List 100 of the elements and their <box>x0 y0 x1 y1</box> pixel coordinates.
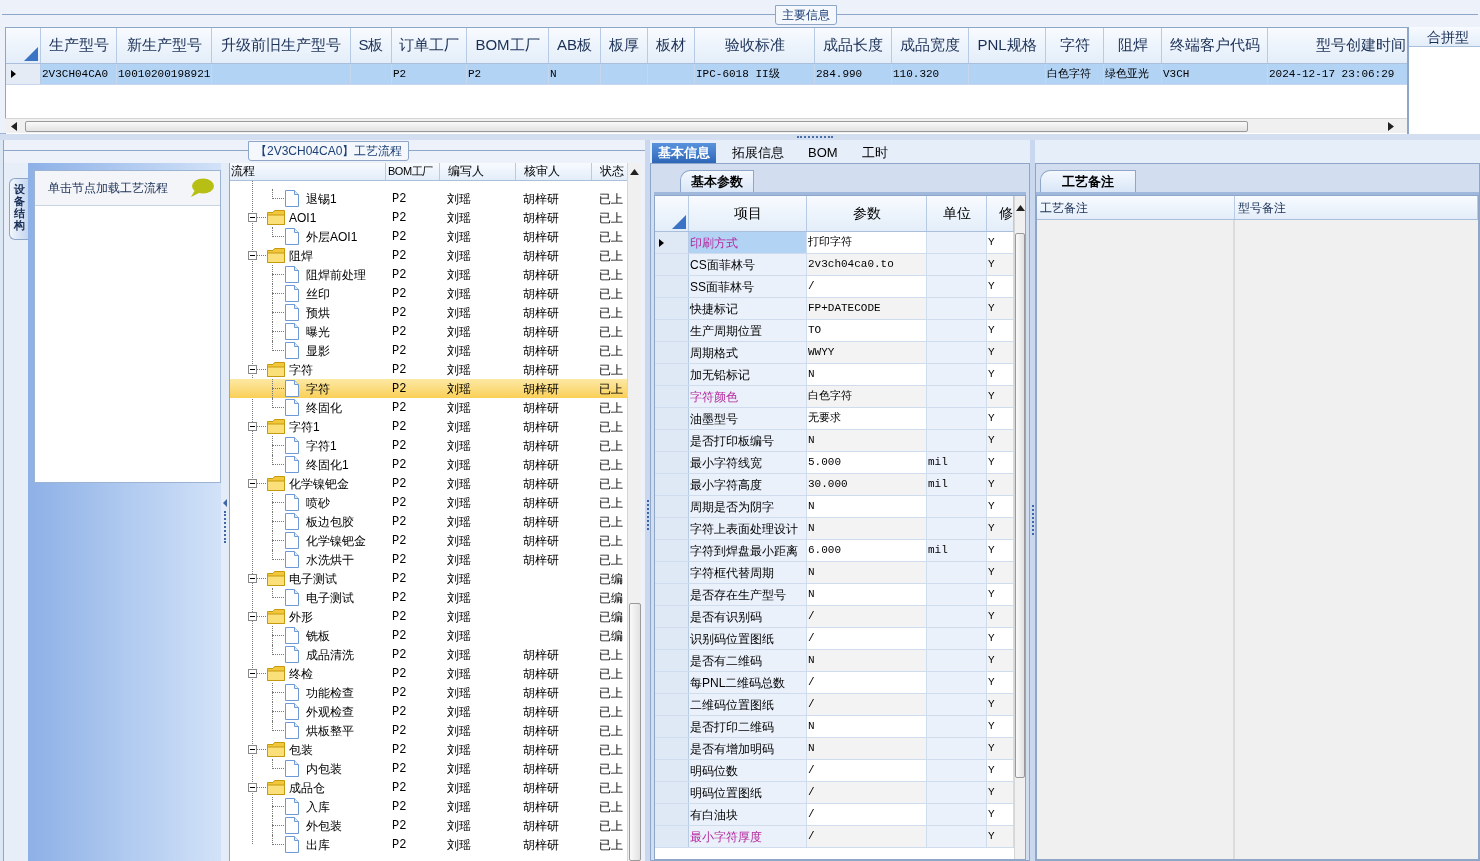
column-header[interactable]: 流程 <box>230 163 386 180</box>
tree-node[interactable]: 入库 P2 刘瑶 胡梓研 已上 <box>230 797 628 816</box>
tree-node[interactable]: 化学镍钯金 P2 刘瑶 胡梓研 已上 <box>230 531 628 550</box>
param-row[interactable]: SS面菲林号 / Y <box>655 276 1014 298</box>
tree-node[interactable]: 成品清洗 P2 刘瑶 胡梓研 已上 <box>230 645 628 664</box>
tree-node[interactable]: 成品仓 P2 刘瑶 胡梓研 已上 <box>230 778 628 797</box>
column-header[interactable]: 成品长度 <box>815 28 892 63</box>
tree-node[interactable]: 包装 P2 刘瑶 胡梓研 已上 <box>230 740 628 759</box>
tree-node[interactable]: 终固化 P2 刘瑶 胡梓研 已上 <box>230 398 628 417</box>
column-header[interactable]: 新生产型号 <box>117 28 212 63</box>
column-header[interactable]: S板 <box>351 28 392 63</box>
collapse-icon[interactable] <box>248 783 257 792</box>
sub-tab[interactable]: 工艺备注 <box>1040 170 1136 192</box>
param-row[interactable]: CS面菲林号 2v3ch04ca0.to Y <box>655 254 1014 276</box>
column-header[interactable]: 生产型号 <box>41 28 117 63</box>
param-row[interactable]: 明码位置图纸 / Y <box>655 782 1014 804</box>
collapse-icon[interactable] <box>248 574 257 583</box>
column-header[interactable]: 验收标准 <box>695 28 815 63</box>
param-row[interactable]: 字符框代替周期 N Y <box>655 562 1014 584</box>
param-row[interactable]: 周期格式 WWYY Y <box>655 342 1014 364</box>
param-row[interactable]: 最小字符厚度 / Y <box>655 826 1014 848</box>
param-row[interactable]: 是否有增加明码 N Y <box>655 738 1014 760</box>
param-row[interactable]: 周期是否为阴字 N Y <box>655 496 1014 518</box>
column-header[interactable]: 板材 <box>648 28 695 63</box>
column-header[interactable]: 编写人 <box>440 163 516 180</box>
tree-node[interactable]: 阻焊前处理 P2 刘瑶 胡梓研 已上 <box>230 265 628 284</box>
tree-node[interactable]: 退锡1 P2 刘瑶 胡梓研 已上 <box>230 189 628 208</box>
column-header[interactable]: 工艺备注 <box>1037 196 1235 219</box>
splitter-grip[interactable] <box>1031 505 1034 535</box>
tree-node[interactable]: 预烘 P2 刘瑶 胡梓研 已上 <box>230 303 628 322</box>
tree-node[interactable]: 外层AOI1 P2 刘瑶 胡梓研 已上 <box>230 227 628 246</box>
tree-node[interactable]: 字符 P2 刘瑶 胡梓研 已上 <box>230 379 628 398</box>
tree-node[interactable]: 化学镍钯金 P2 刘瑶 胡梓研 已上 <box>230 474 628 493</box>
collapse-icon[interactable] <box>248 479 257 488</box>
tree-node[interactable]: 丝印 P2 刘瑶 胡梓研 已上 <box>230 284 628 303</box>
column-header[interactable]: 板厚 <box>601 28 648 63</box>
scrollbar-thumb[interactable] <box>628 602 641 861</box>
param-row[interactable]: 快捷标记 FP+DATECODE Y <box>655 298 1014 320</box>
param-row[interactable]: 是否有二维码 N Y <box>655 650 1014 672</box>
tree-node[interactable]: 内包装 P2 刘瑶 胡梓研 已上 <box>230 759 628 778</box>
column-header[interactable]: 阻焊 <box>1104 28 1162 63</box>
tree-node[interactable]: 电子测试 P2 刘瑶 已编 <box>230 588 628 607</box>
column-header[interactable]: 项目 <box>689 196 807 231</box>
tree-node[interactable]: 出库 P2 刘瑶 胡梓研 已上 <box>230 835 628 854</box>
param-row[interactable]: 二维码位置图纸 / Y <box>655 694 1014 716</box>
column-header[interactable]: 订单工厂 <box>392 28 467 63</box>
column-header[interactable]: 字符 <box>1046 28 1104 63</box>
collapse-icon[interactable] <box>248 612 257 621</box>
param-row[interactable]: 是否打印二维码 N Y <box>655 716 1014 738</box>
collapse-icon[interactable] <box>248 365 257 374</box>
tree-node[interactable]: 板边包胶 P2 刘瑶 胡梓研 已上 <box>230 512 628 531</box>
tab[interactable]: 基本信息 <box>652 143 716 163</box>
param-row[interactable]: 明码位数 / Y <box>655 760 1014 782</box>
tree-node[interactable]: 字符 P2 刘瑶 胡梓研 已上 <box>230 360 628 379</box>
tree-node[interactable]: 终检 P2 刘瑶 胡梓研 已上 <box>230 664 628 683</box>
tree-node[interactable]: 功能检查 P2 刘瑶 胡梓研 已上 <box>230 683 628 702</box>
splitter-grip[interactable] <box>646 500 649 530</box>
tree-node[interactable]: 电子测试 P2 刘瑶 已编 <box>230 569 628 588</box>
tree-node[interactable]: 曝光 P2 刘瑶 胡梓研 已上 <box>230 322 628 341</box>
table-row[interactable]: 2V3CH04CA0 10010200198921 P2 P2 N IPC-6018 II级 284.990 110.320 白色字符 绿色亚光 V3CH 2024-12-17 23:06:29 <box>6 64 1407 85</box>
column-header[interactable]: PNL规格 <box>969 28 1046 63</box>
tree-node[interactable]: 字符1 P2 刘瑶 胡梓研 已上 <box>230 436 628 455</box>
tree-node[interactable]: 水洗烘干 P2 刘瑶 胡梓研 已上 <box>230 550 628 569</box>
horizontal-scrollbar[interactable] <box>5 118 1407 133</box>
tree-node[interactable]: 铣板 P2 刘瑶 已编 <box>230 626 628 645</box>
tree-node[interactable]: 烘板整平 P2 刘瑶 胡梓研 已上 <box>230 721 628 740</box>
tree-node[interactable]: AOI1 P2 刘瑶 胡梓研 已上 <box>230 208 628 227</box>
param-row[interactable]: 字符颜色 白色字符 Y <box>655 386 1014 408</box>
tree-node[interactable]: 字符1 P2 刘瑶 胡梓研 已上 <box>230 417 628 436</box>
scrollbar-thumb[interactable] <box>25 120 1248 132</box>
param-row[interactable]: 生产周期位置 TO Y <box>655 320 1014 342</box>
param-row[interactable]: 是否存在生产型号 N Y <box>655 584 1014 606</box>
collapse-icon[interactable] <box>248 745 257 754</box>
column-header[interactable]: 参数 <box>807 196 927 231</box>
tree-node[interactable]: 显影 P2 刘瑶 胡梓研 已上 <box>230 341 628 360</box>
column-header[interactable]: 成品宽度 <box>892 28 969 63</box>
tree-node[interactable]: 喷砂 P2 刘瑶 胡梓研 已上 <box>230 493 628 512</box>
param-row[interactable]: 是否打印板编号 N Y <box>655 430 1014 452</box>
scroll-left-icon[interactable] <box>11 121 17 131</box>
param-row[interactable]: 最小字符线宽 5.000 mil Y <box>655 452 1014 474</box>
tree-node[interactable]: 外包装 P2 刘瑶 胡梓研 已上 <box>230 816 628 835</box>
vertical-scrollbar[interactable] <box>1014 196 1025 859</box>
column-header[interactable]: BOM工厂 <box>467 28 549 63</box>
tree-node[interactable]: 外形 P2 刘瑶 已编 <box>230 607 628 626</box>
collapse-icon[interactable] <box>248 251 257 260</box>
column-header[interactable]: BOM工厂 <box>386 163 440 180</box>
column-header[interactable]: 终端客户代码 <box>1162 28 1268 63</box>
tab[interactable]: BOM <box>802 143 844 163</box>
column-header[interactable]: 升级前旧生产型号 <box>212 28 351 63</box>
column-header[interactable]: 单位 <box>927 196 987 231</box>
param-row[interactable]: 字符上表面处理设计 N Y <box>655 518 1014 540</box>
param-row[interactable]: 字符到焊盘最小距离 6.000 mil Y <box>655 540 1014 562</box>
sub-tab[interactable]: 基本参数 <box>680 170 754 192</box>
param-row[interactable]: 是否有识别码 / Y <box>655 606 1014 628</box>
scroll-up-icon[interactable] <box>1015 205 1025 211</box>
param-row[interactable]: 识别码位置图纸 / Y <box>655 628 1014 650</box>
column-header[interactable]: 核审人 <box>516 163 592 180</box>
param-row[interactable]: 油墨型号 无要求 Y <box>655 408 1014 430</box>
side-tab[interactable]: 设备结构 <box>9 178 28 240</box>
column-header[interactable]: AB板 <box>549 28 601 63</box>
